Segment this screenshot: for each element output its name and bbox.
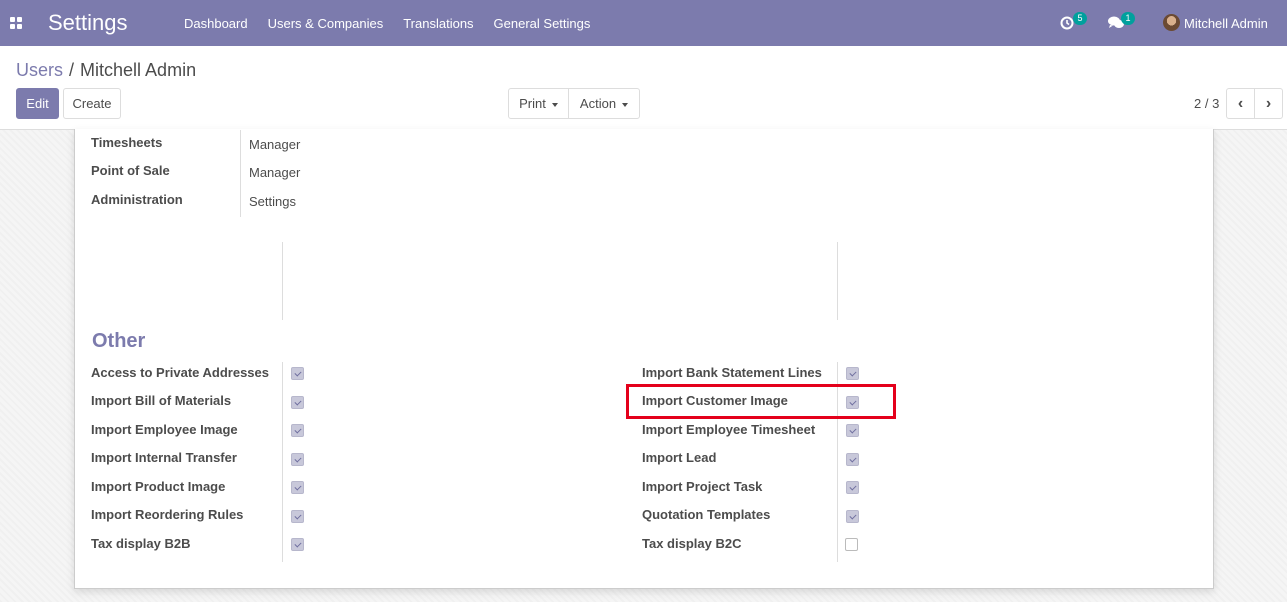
checkbox-import-product-image[interactable]	[291, 481, 304, 494]
field-label-import-employee-timesheet: Import Employee Timesheet	[642, 422, 816, 437]
breadcrumb-separator: /	[69, 60, 75, 80]
menu-item-translations[interactable]: Translations	[403, 16, 473, 31]
field-label-import-employee-image: Import Employee Image	[91, 422, 238, 437]
action-label: Action	[579, 96, 617, 111]
menu-item-users-companies[interactable]: Users & Companies	[268, 16, 384, 31]
messages-chat-icon[interactable]	[1108, 16, 1124, 30]
activity-badge: 5	[1073, 12, 1087, 25]
chevron-left-icon: ‹	[1237, 95, 1244, 112]
checkbox-import-project-task[interactable]	[846, 481, 859, 494]
field-label-import-lead: Import Lead	[642, 450, 717, 465]
action-dropdown-button[interactable]: Action	[568, 88, 640, 119]
breadcrumb-users-link[interactable]: Users	[16, 60, 63, 80]
access-label-timesheets: Timesheets	[91, 135, 163, 150]
menu-item-dashboard[interactable]: Dashboard	[184, 16, 248, 31]
checkbox-import-bank-statement-lines[interactable]	[846, 367, 859, 380]
top-navbar: Settings Dashboard Users & Companies Tra…	[0, 0, 1287, 46]
pager-next-button[interactable]: ›	[1254, 88, 1283, 119]
field-label-access-private-addresses: Access to Private Addresses	[91, 365, 270, 380]
field-label-tax-display-b2c: Tax display B2C	[642, 536, 742, 551]
caret-down-icon	[622, 102, 629, 107]
access-value-administration: Settings	[249, 194, 296, 209]
print-label: Print	[519, 96, 546, 111]
user-avatar[interactable]	[1163, 14, 1180, 31]
menu-item-general-settings[interactable]: General Settings	[494, 16, 591, 31]
main-menu: Dashboard Users & Companies Translations…	[184, 16, 610, 31]
empty-group-divider-right	[837, 242, 838, 320]
checkbox-tax-display-b2c[interactable]	[845, 538, 858, 551]
checkbox-import-employee-timesheet[interactable]	[846, 424, 859, 437]
apps-menu-icon[interactable]	[10, 17, 22, 29]
pager-previous-button[interactable]: ‹	[1226, 88, 1255, 119]
user-menu-name[interactable]: Mitchell Admin	[1184, 16, 1268, 31]
breadcrumb-current: Mitchell Admin	[80, 60, 197, 80]
section-title-other: Other	[92, 330, 146, 352]
activity-clock-icon[interactable]	[1060, 16, 1074, 30]
field-label-import-internal-transfer: Import Internal Transfer	[91, 450, 237, 465]
field-label-import-project-task: Import Project Task	[642, 479, 763, 494]
edit-button[interactable]: Edit	[16, 88, 59, 119]
checkbox-access-private-addresses[interactable]	[291, 367, 304, 380]
checkbox-quotation-templates[interactable]	[846, 510, 859, 523]
checkbox-tax-display-b2b[interactable]	[291, 538, 304, 551]
checkbox-import-employee-image[interactable]	[291, 424, 304, 437]
access-label-administration: Administration	[91, 192, 183, 207]
field-label-tax-display-b2b: Tax display B2B	[91, 536, 191, 551]
field-label-quotation-templates: Quotation Templates	[642, 507, 771, 522]
empty-group-divider-left	[282, 242, 283, 320]
field-label-import-bank-statement-lines: Import Bank Statement Lines	[642, 365, 822, 380]
print-dropdown-button[interactable]: Print	[508, 88, 569, 119]
access-rights-divider	[240, 130, 241, 217]
app-title: Settings	[48, 10, 128, 35]
access-value-point-of-sale: Manager	[249, 165, 301, 180]
access-label-point-of-sale: Point of Sale	[91, 163, 170, 178]
checkbox-import-lead[interactable]	[846, 453, 859, 466]
field-label-import-reordering-rules: Import Reordering Rules	[91, 507, 244, 522]
field-label-import-product-image: Import Product Image	[91, 479, 226, 494]
checkbox-import-bill-of-materials[interactable]	[291, 396, 304, 409]
messages-badge: 1	[1121, 12, 1135, 25]
chevron-right-icon: ›	[1265, 95, 1272, 112]
highlight-box-import-customer-image	[626, 384, 896, 419]
breadcrumb: Users / Mitchell Admin	[16, 60, 196, 81]
checkbox-import-reordering-rules[interactable]	[291, 510, 304, 523]
pager-value[interactable]: 2 / 3	[1194, 96, 1219, 111]
access-value-timesheets: Manager	[249, 137, 301, 152]
other-left-divider	[282, 362, 283, 562]
checkbox-import-internal-transfer[interactable]	[291, 453, 304, 466]
create-button[interactable]: Create	[63, 88, 121, 119]
caret-down-icon	[551, 102, 558, 107]
field-label-import-bill-of-materials: Import Bill of Materials	[91, 393, 232, 408]
